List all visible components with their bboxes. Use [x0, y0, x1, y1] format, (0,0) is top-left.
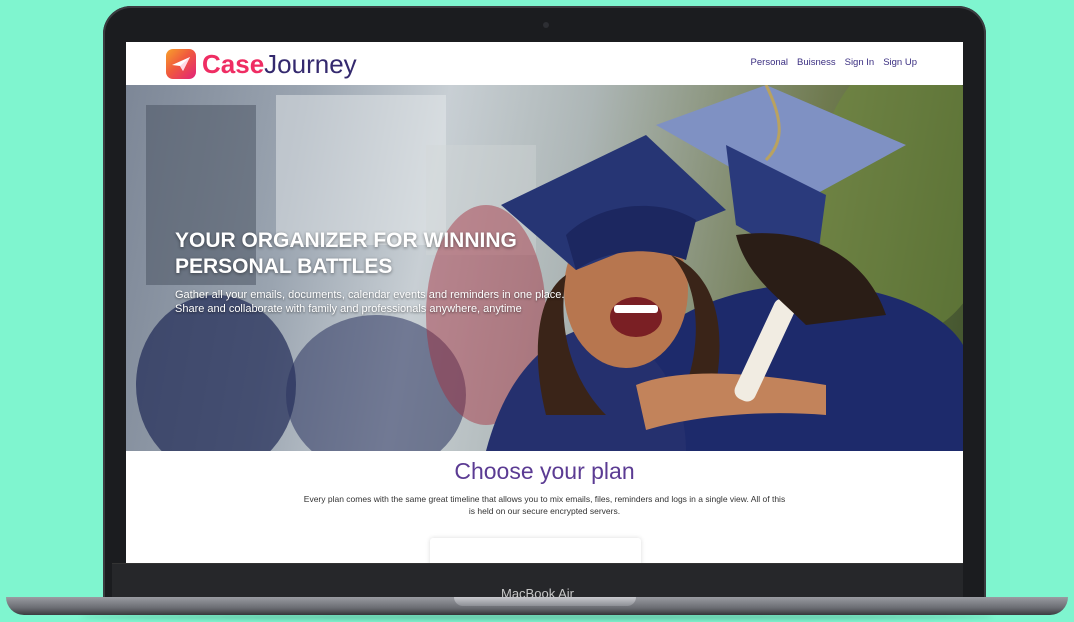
logo-case: Case — [202, 49, 265, 79]
hero-title: YOUR ORGANIZER FOR WINNING PERSONAL BATT… — [175, 229, 517, 278]
plan-card[interactable] — [430, 538, 641, 563]
nav-links: Personal Buisness Sign In Sign Up — [751, 57, 917, 68]
logo-text: CaseJourney — [202, 49, 357, 79]
plans-title: Choose your plan — [454, 458, 635, 484]
paper-plane-icon — [166, 49, 196, 79]
browser-screen: CaseJourney Personal Buisness Sign In Si… — [126, 42, 963, 563]
logo-journey: Journey — [264, 49, 357, 79]
navbar: CaseJourney Personal Buisness Sign In Si… — [126, 42, 963, 86]
camera-icon — [543, 22, 549, 28]
logo[interactable]: CaseJourney — [166, 49, 357, 79]
nav-personal[interactable]: Personal — [751, 57, 789, 68]
laptop-chin: MacBook Air — [112, 563, 963, 601]
plans-description: Every plan comes with the same great tim… — [303, 494, 786, 516]
hero-subtitle: Gather all your emails, documents, calen… — [175, 289, 565, 315]
nav-business[interactable]: Buisness — [797, 57, 836, 68]
laptop-notch — [454, 597, 636, 606]
hero-banner: YOUR ORGANIZER FOR WINNING PERSONAL BATT… — [126, 85, 963, 451]
laptop-shadow — [80, 614, 994, 620]
nav-sign-in[interactable]: Sign In — [845, 57, 875, 68]
nav-sign-up[interactable]: Sign Up — [883, 57, 917, 68]
